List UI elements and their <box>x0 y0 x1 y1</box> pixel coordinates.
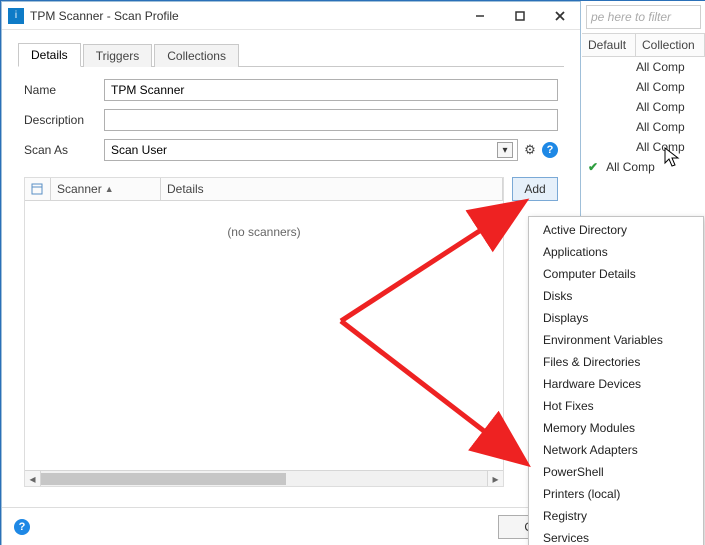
minimize-icon <box>475 11 485 21</box>
gear-icon[interactable]: ⚙ <box>522 142 538 158</box>
menu-item[interactable]: Printers (local) <box>529 483 703 505</box>
add-dropdown: Active Directory Applications Computer D… <box>528 216 704 545</box>
tab-triggers[interactable]: Triggers <box>83 44 153 67</box>
add-button[interactable]: Add <box>512 177 558 201</box>
menu-item[interactable]: Files & Directories <box>529 351 703 373</box>
menu-item[interactable]: Displays <box>529 307 703 329</box>
tab-content: Name Description Scan As Scan User ▾ ⚙ <box>18 67 564 487</box>
table-row[interactable]: All Comp <box>582 57 705 77</box>
row-name: Name <box>24 79 558 101</box>
sort-asc-icon: ▲ <box>105 184 114 194</box>
name-input[interactable] <box>104 79 558 101</box>
filter-placeholder: pe here to filter <box>591 10 671 24</box>
table-row[interactable]: All Comp <box>582 117 705 137</box>
scroll-track[interactable] <box>41 471 487 486</box>
maximize-icon <box>515 11 525 21</box>
close-button[interactable] <box>540 2 580 30</box>
bg-column-headers: Default Collection <box>582 33 705 57</box>
scan-profile-dialog: i TPM Scanner - Scan Profile Details Tri… <box>1 1 581 545</box>
grid-header: Scanner ▲ Details <box>25 178 503 201</box>
menu-item[interactable]: PowerShell <box>529 461 703 483</box>
help-icon[interactable]: ? <box>14 519 30 535</box>
filter-input[interactable]: pe here to filter <box>586 5 701 29</box>
menu-item[interactable]: Computer Details <box>529 263 703 285</box>
col-collection[interactable]: Collection <box>636 34 705 56</box>
description-input[interactable] <box>104 109 558 131</box>
empty-text: (no scanners) <box>25 225 503 239</box>
app-window: pe here to filter Default Collection All… <box>0 0 705 545</box>
row-selector-head[interactable] <box>25 178 51 200</box>
scroll-thumb[interactable] <box>41 473 286 485</box>
grid-icon <box>31 183 43 195</box>
check-icon: ✔ <box>588 160 598 174</box>
tab-strip: Details Triggers Collections <box>18 42 564 67</box>
chevron-down-icon: ▾ <box>497 142 513 158</box>
menu-item[interactable]: Environment Variables <box>529 329 703 351</box>
grid-body: (no scanners) <box>25 201 503 470</box>
row-scanas: Scan As Scan User ▾ ⚙ ? <box>24 139 558 161</box>
label-description: Description <box>24 113 104 127</box>
app-icon: i <box>8 8 24 24</box>
maximize-button[interactable] <box>500 2 540 30</box>
window-title: TPM Scanner - Scan Profile <box>30 9 460 23</box>
menu-item[interactable]: Services <box>529 527 703 545</box>
title-bar[interactable]: i TPM Scanner - Scan Profile <box>2 2 580 30</box>
scanas-select[interactable]: Scan User ▾ <box>104 139 518 161</box>
scanner-grid: Scanner ▲ Details (no scanners) ◂ ▸ <box>24 177 504 487</box>
row-description: Description <box>24 109 558 131</box>
help-icon[interactable]: ? <box>542 142 558 158</box>
scanas-value: Scan User <box>111 143 167 157</box>
menu-item[interactable]: Memory Modules <box>529 417 703 439</box>
col-scanner[interactable]: Scanner ▲ <box>51 178 161 200</box>
h-scrollbar[interactable]: ◂ ▸ <box>25 470 503 486</box>
tab-details[interactable]: Details <box>18 43 81 67</box>
menu-item[interactable]: Active Directory <box>529 219 703 241</box>
table-row[interactable]: All Comp <box>582 97 705 117</box>
col-default[interactable]: Default <box>582 34 636 56</box>
table-row[interactable]: ✔All Comp <box>582 157 705 177</box>
scroll-right-icon[interactable]: ▸ <box>487 471 503 486</box>
menu-item[interactable]: Disks <box>529 285 703 307</box>
label-scanas: Scan As <box>24 143 104 157</box>
bg-rows: All Comp All Comp All Comp All Comp All … <box>582 57 705 177</box>
menu-item[interactable]: Hot Fixes <box>529 395 703 417</box>
menu-item[interactable]: Hardware Devices <box>529 373 703 395</box>
bottom-bar: ? OK <box>2 507 580 545</box>
col-details[interactable]: Details <box>161 178 503 200</box>
table-row[interactable]: All Comp <box>582 77 705 97</box>
label-name: Name <box>24 83 104 97</box>
minimize-button[interactable] <box>460 2 500 30</box>
menu-item[interactable]: Registry <box>529 505 703 527</box>
scanner-block: Scanner ▲ Details (no scanners) ◂ ▸ <box>24 177 558 487</box>
dialog-body: Details Triggers Collections Name Descri… <box>2 30 580 495</box>
table-row[interactable]: All Comp <box>582 137 705 157</box>
menu-item[interactable]: Applications <box>529 241 703 263</box>
close-icon <box>555 11 565 21</box>
tab-collections[interactable]: Collections <box>154 44 239 67</box>
menu-item[interactable]: Network Adapters <box>529 439 703 461</box>
scroll-left-icon[interactable]: ◂ <box>25 471 41 486</box>
